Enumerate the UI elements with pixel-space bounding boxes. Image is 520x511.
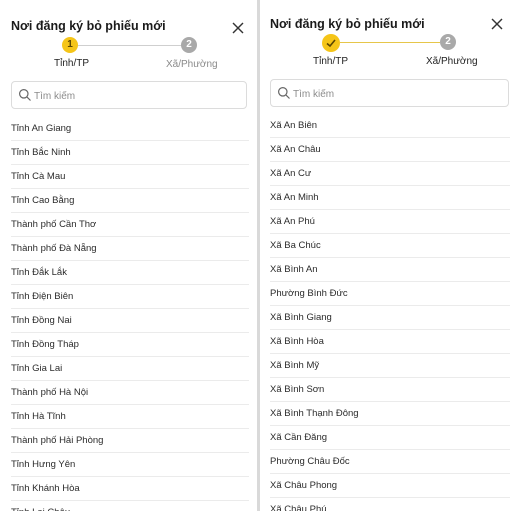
search-box bbox=[11, 81, 247, 109]
step-2-label: Xã/Phường bbox=[166, 59, 218, 70]
step-2-label: Xã/Phường bbox=[426, 56, 478, 67]
stepper: 2 Tỉnh/TP Xã/Phường bbox=[260, 0, 520, 80]
ward-list-item[interactable]: Xã An Minh bbox=[270, 186, 510, 210]
province-list-item[interactable]: Thành phố Đà Nẵng bbox=[11, 237, 249, 261]
ward-list-item[interactable]: Xã Cần Đăng bbox=[270, 426, 510, 450]
province-list-item[interactable]: Tỉnh Cà Mau bbox=[11, 165, 249, 189]
ward-list-item[interactable]: Xã Bình Giang bbox=[270, 306, 510, 330]
province-list-item[interactable]: Tỉnh Hưng Yên bbox=[11, 453, 249, 477]
province-list-item[interactable]: Tỉnh Đồng Nai bbox=[11, 309, 249, 333]
province-select-panel: Nơi đăng ký bỏ phiếu mới 1 2 Tỉnh/TP Xã/… bbox=[0, 0, 257, 511]
ward-list-item[interactable]: Xã An Biên bbox=[270, 114, 510, 138]
search-input[interactable] bbox=[32, 84, 236, 108]
ward-list-item[interactable]: Xã An Phú bbox=[270, 210, 510, 234]
step-1-indicator: 1 bbox=[62, 37, 78, 53]
step-1-label: Tỉnh/TP bbox=[54, 58, 90, 69]
step-connector bbox=[340, 42, 440, 43]
province-list-item[interactable]: Tỉnh Cao Bằng bbox=[11, 189, 249, 213]
province-list-item[interactable]: Tỉnh Đắk Lắk bbox=[11, 261, 249, 285]
ward-list-item[interactable]: Phường Bình Đức bbox=[270, 282, 510, 306]
search-box bbox=[270, 79, 509, 107]
search-icon bbox=[278, 87, 290, 99]
province-list-item[interactable]: Tỉnh Đồng Tháp bbox=[11, 333, 249, 357]
ward-list: Xã An Biên Xã An Châu Xã An Cư Xã An Minh Xã… bbox=[270, 114, 510, 511]
province-list: Tỉnh An Giang Tỉnh Bắc Ninh Tỉnh Cà Mau Tỉn… bbox=[11, 117, 249, 511]
province-list-item[interactable]: Thành phố Hải Phòng bbox=[11, 429, 249, 453]
search-input[interactable] bbox=[291, 82, 495, 106]
province-list-item[interactable]: Tỉnh Gia Lai bbox=[11, 357, 249, 381]
step-connector bbox=[78, 45, 182, 46]
ward-list-item[interactable]: Xã An Cư bbox=[270, 162, 510, 186]
province-list-item[interactable]: Tỉnh Lai Châu bbox=[11, 501, 249, 511]
ward-select-panel: Nơi đăng ký bỏ phiếu mới 2 Tỉnh/TP Xã/Ph… bbox=[260, 0, 520, 511]
search-icon bbox=[19, 89, 31, 101]
province-list-item[interactable]: Tỉnh An Giang bbox=[11, 117, 249, 141]
province-list-item[interactable]: Tỉnh Bắc Ninh bbox=[11, 141, 249, 165]
ward-list-item[interactable]: Xã Châu Phong bbox=[270, 474, 510, 498]
step-2-indicator: 2 bbox=[440, 34, 456, 50]
ward-list-item[interactable]: Phường Châu Đốc bbox=[270, 450, 510, 474]
ward-list-item[interactable]: Xã Bình Thạnh Đông bbox=[270, 402, 510, 426]
province-list-item[interactable]: Tỉnh Khánh Hòa bbox=[11, 477, 249, 501]
ward-list-item[interactable]: Xã Bình Hòa bbox=[270, 330, 510, 354]
ward-list-item[interactable]: Xã Bình Mỹ bbox=[270, 354, 510, 378]
ward-list-item[interactable]: Xã An Châu bbox=[270, 138, 510, 162]
check-icon bbox=[326, 39, 336, 48]
step-1-indicator bbox=[322, 34, 340, 52]
province-list-item[interactable]: Thành phố Cần Thơ bbox=[11, 213, 249, 237]
step-1-label[interactable]: Tỉnh/TP bbox=[313, 56, 348, 67]
province-list-item[interactable]: Tỉnh Điện Biên bbox=[11, 285, 249, 309]
ward-list-item[interactable]: Xã Bình Sơn bbox=[270, 378, 510, 402]
ward-list-item[interactable]: Xã Châu Phú bbox=[270, 498, 510, 511]
province-list-item[interactable]: Tỉnh Hà Tĩnh bbox=[11, 405, 249, 429]
stepper: 1 2 Tỉnh/TP Xã/Phường bbox=[0, 0, 257, 80]
province-list-item[interactable]: Thành phố Hà Nội bbox=[11, 381, 249, 405]
step-2-indicator: 2 bbox=[181, 37, 197, 53]
ward-list-item[interactable]: Xã Ba Chúc bbox=[270, 234, 510, 258]
ward-list-item[interactable]: Xã Bình An bbox=[270, 258, 510, 282]
